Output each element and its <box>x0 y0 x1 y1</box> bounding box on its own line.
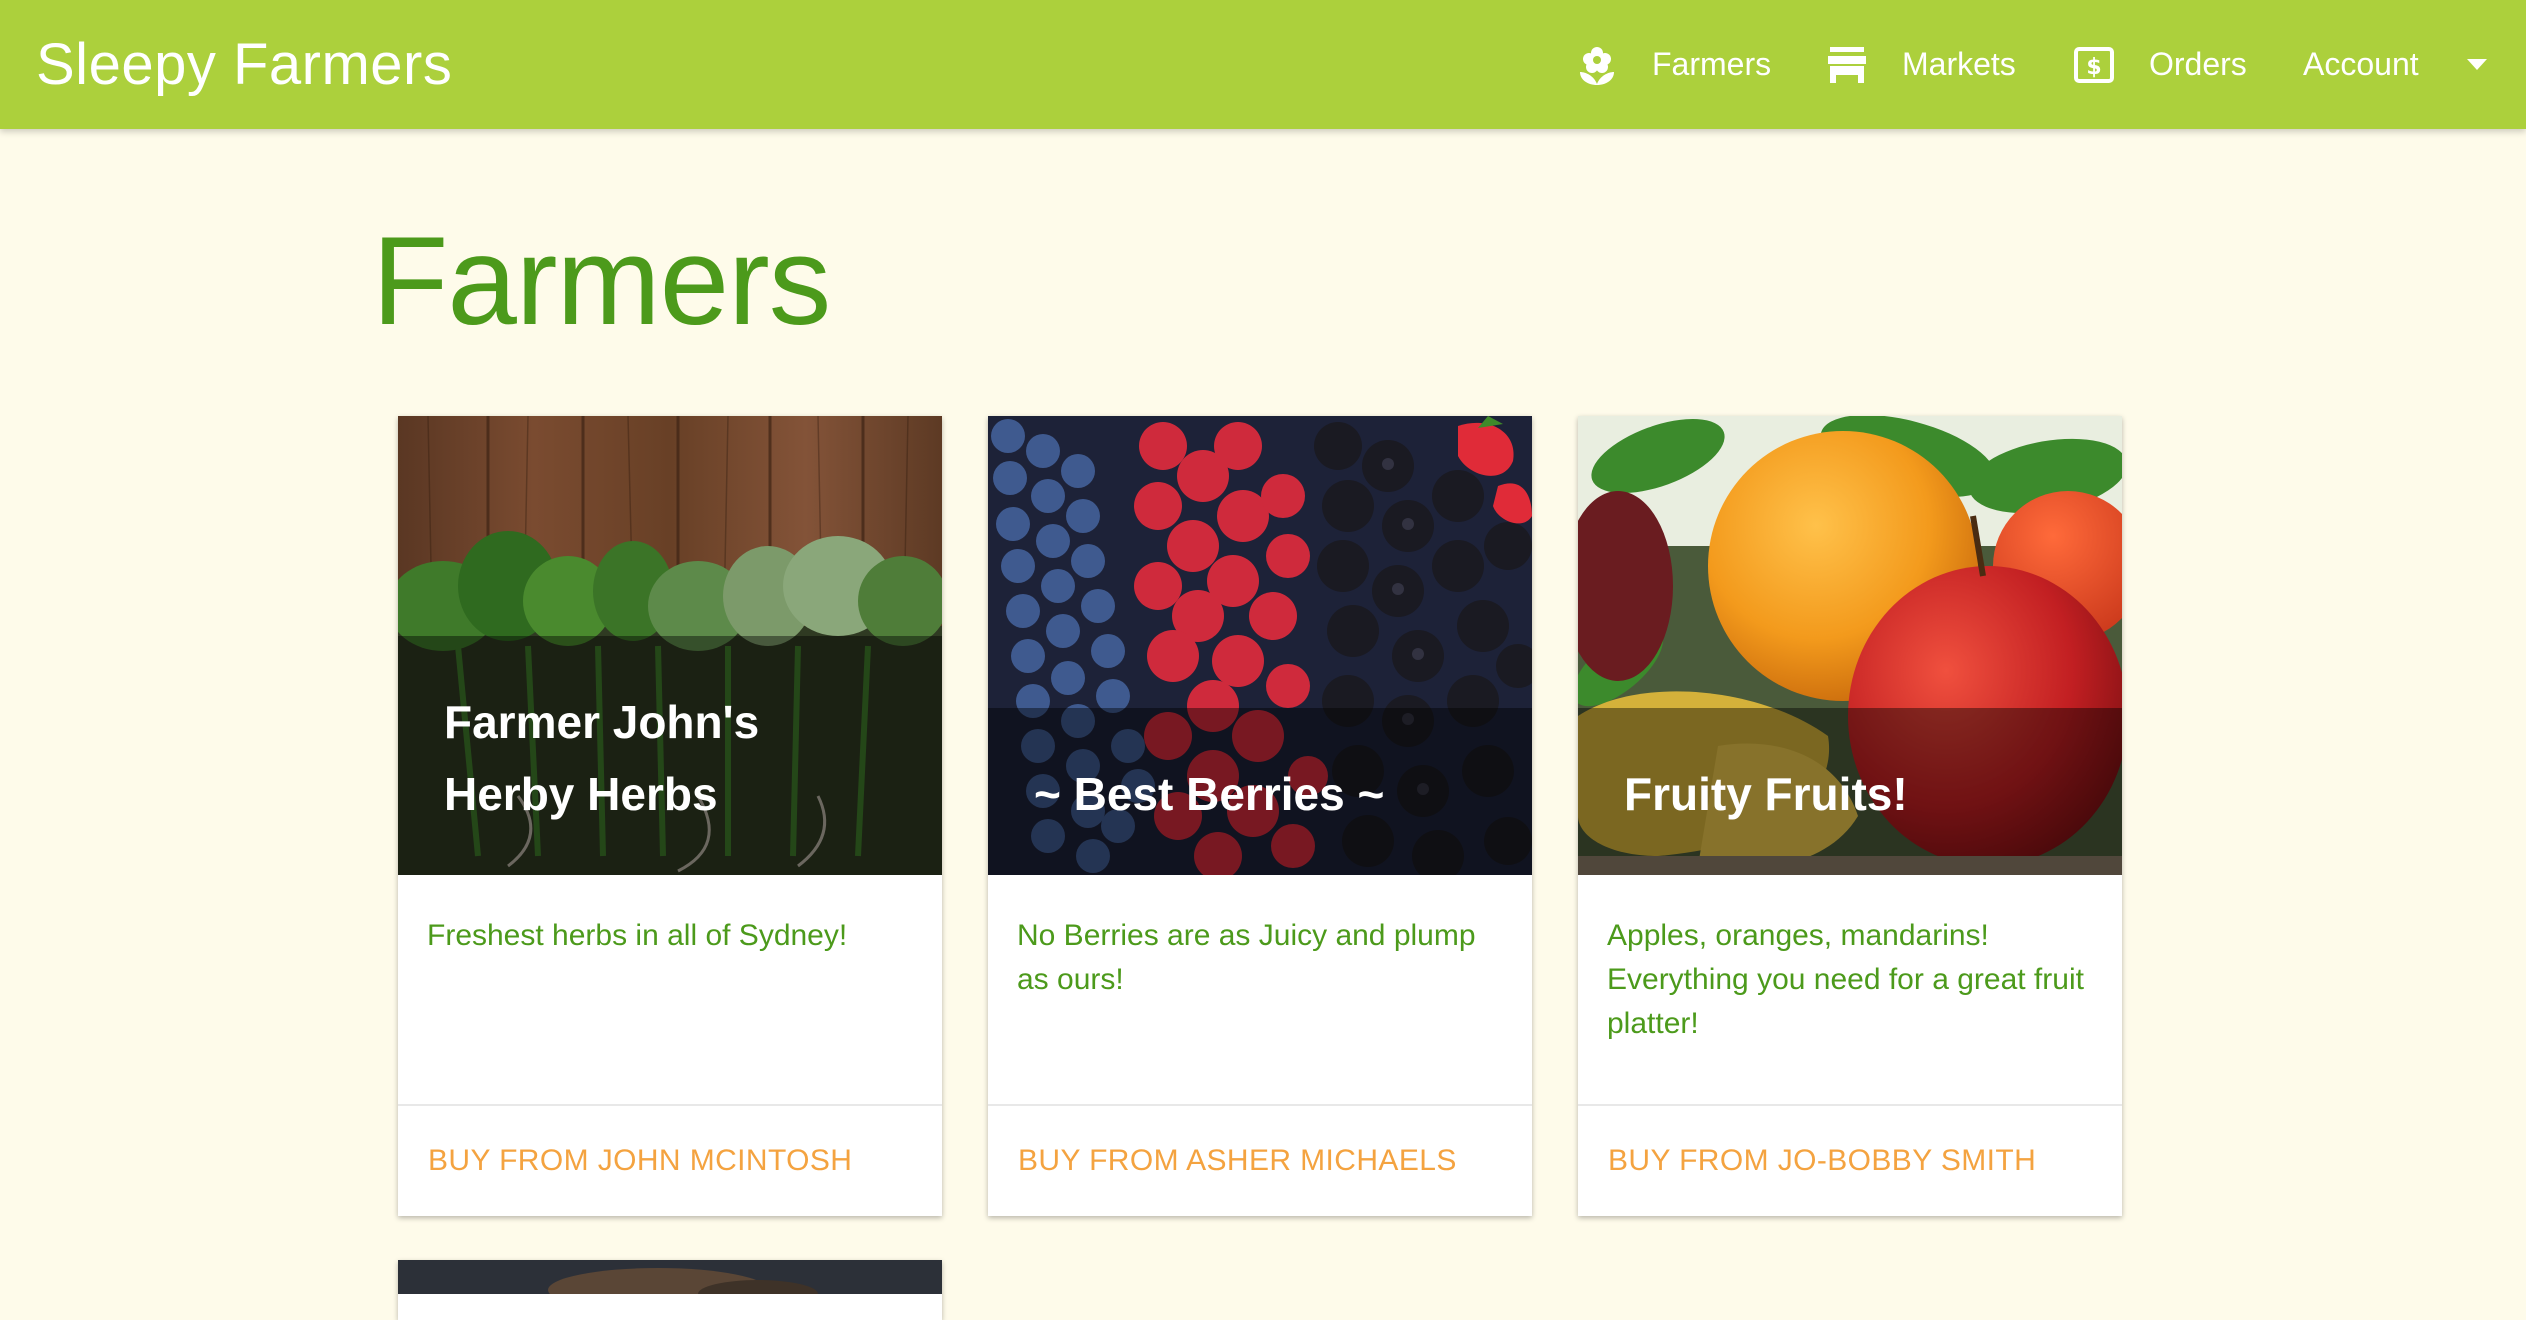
card-title: Fruity Fruits! <box>1624 768 1908 820</box>
card-description: No Berries are as Juicy and plump as our… <box>1017 919 1476 996</box>
card-image-herbs: Farmer John's Herby Herbs <box>398 416 942 875</box>
card-title: Farmer John's Herby Herbs <box>444 696 760 820</box>
card-title-overlay: Farmer John's Herby Herbs <box>398 636 942 875</box>
nav-markets-link[interactable]: Markets <box>1826 0 2016 129</box>
farmer-card: Farmer John's Herby Herbs Freshest herbs… <box>398 416 942 1216</box>
buy-from-farmer-button[interactable]: BUY FROM JOHN MCINTOSH <box>428 1106 852 1216</box>
storefront-icon <box>1826 44 1868 86</box>
dollar-bill-icon: $ <box>2073 44 2115 86</box>
farmer-card: ~ Best Berries ~ No Berries are as Juicy… <box>988 416 1532 1216</box>
nav-farmers-link[interactable]: Farmers <box>1576 0 1771 129</box>
card-title-overlay: Fruity Fruits! <box>1578 708 2122 875</box>
farmer-card <box>398 1260 942 1320</box>
card-description: Apples, oranges, mandarins! Everything y… <box>1607 919 2084 1040</box>
nav-account-label: Account <box>2303 46 2419 82</box>
card-image-berries: ~ Best Berries ~ <box>988 416 1532 875</box>
card-title: ~ Best Berries ~ <box>1034 768 1385 820</box>
top-navbar: Sleepy Farmers Farmers Markets $ Orders … <box>0 0 2526 129</box>
buy-from-farmer-button[interactable]: BUY FROM JO-BOBBY SMITH <box>1608 1106 2036 1216</box>
card-image-partial <box>398 1260 942 1294</box>
flower-icon <box>1576 44 1618 86</box>
card-title-overlay: ~ Best Berries ~ <box>988 708 1532 875</box>
nav-orders-link[interactable]: $ Orders <box>2073 0 2247 129</box>
card-image-fruits: Fruity Fruits! <box>1578 416 2122 875</box>
buy-from-farmer-button[interactable]: BUY FROM ASHER MICHAELS <box>1018 1106 1457 1216</box>
page-title: Farmers <box>372 212 831 351</box>
nav-account-dropdown[interactable]: Account <box>2303 0 2487 129</box>
nav-farmers-label: Farmers <box>1652 46 1772 82</box>
brand-logo-link[interactable]: Sleepy Farmers <box>36 0 452 129</box>
nav-markets-label: Markets <box>1902 46 2016 82</box>
svg-text:$: $ <box>2086 55 2101 80</box>
card-description: Freshest herbs in all of Sydney! <box>427 919 848 952</box>
caret-down-icon <box>2466 59 2487 70</box>
nav-orders-label: Orders <box>2149 46 2247 82</box>
farmer-card: Fruity Fruits! Apples, oranges, mandarin… <box>1578 416 2122 1216</box>
